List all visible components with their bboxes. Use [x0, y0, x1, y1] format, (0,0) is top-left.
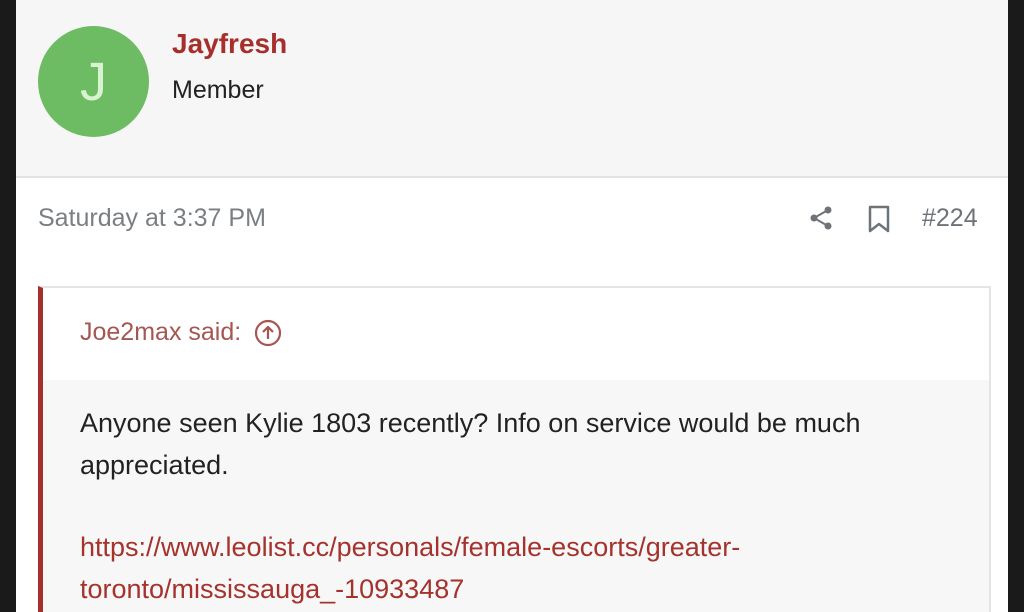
user-header: J Jayfresh Member: [16, 0, 1008, 178]
post-meta: Saturday at 3:37 PM #224: [16, 178, 1008, 262]
quote-block: Joe2max said: Anyone seen Kylie 1803 rec…: [38, 286, 991, 612]
user-role: Member: [172, 76, 264, 104]
bookmark-icon[interactable]: [866, 205, 892, 233]
quote-header: Joe2max said:: [43, 288, 989, 380]
avatar-letter: J: [80, 51, 107, 112]
post-timestamp[interactable]: Saturday at 3:37 PM: [38, 204, 266, 233]
quote-author: Joe2max said:: [80, 318, 242, 346]
username[interactable]: Jayfresh: [172, 28, 287, 60]
quote-link[interactable]: https://www.leolist.cc/personals/female-…: [80, 526, 960, 610]
quote-author-link[interactable]: Joe2max said:: [80, 318, 282, 347]
post-number[interactable]: #224: [922, 204, 978, 233]
quote-link-line-1: https://www.leolist.cc/personals/female-…: [80, 532, 741, 562]
post-container: J Jayfresh Member Saturday at 3:37 PM #2…: [16, 0, 1008, 612]
avatar[interactable]: J: [38, 26, 149, 137]
share-icon[interactable]: [808, 205, 834, 231]
arrow-up-circle-icon[interactable]: [254, 319, 282, 347]
quote-link-line-2: toronto/mississauga_-10933487: [80, 574, 465, 604]
quote-text: Anyone seen Kylie 1803 recently? Info on…: [80, 408, 861, 480]
